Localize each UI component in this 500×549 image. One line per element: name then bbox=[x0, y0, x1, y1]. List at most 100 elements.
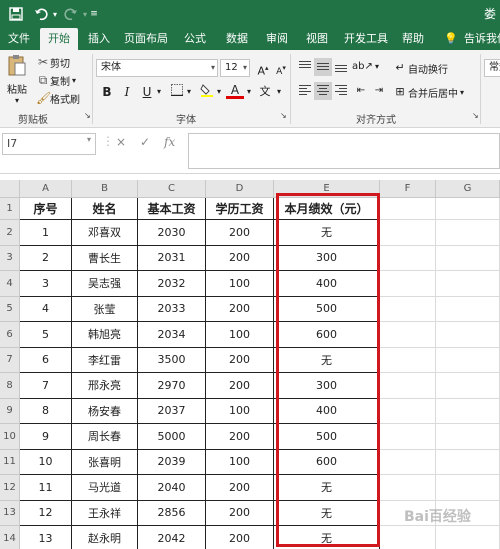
table-cell[interactable]: 200 bbox=[206, 475, 274, 501]
empty-cell[interactable] bbox=[380, 271, 436, 297]
paste-dropdown-icon[interactable]: ▾ bbox=[15, 96, 19, 105]
font-color-dropdown-icon[interactable]: ▾ bbox=[244, 83, 254, 101]
empty-cell[interactable] bbox=[380, 526, 436, 549]
row-header-3[interactable]: 3 bbox=[0, 245, 20, 271]
empty-cell[interactable] bbox=[436, 245, 500, 271]
shrink-font-button[interactable]: A▾ bbox=[272, 59, 290, 77]
table-cell[interactable]: 100 bbox=[206, 271, 274, 297]
tab-view[interactable]: 视图 bbox=[302, 28, 332, 50]
top-align-icon[interactable] bbox=[296, 58, 314, 76]
row-header-14[interactable]: 14 bbox=[0, 526, 20, 549]
decrease-indent-icon[interactable]: ⇤ bbox=[352, 82, 370, 100]
table-cell[interactable]: 马光道 bbox=[72, 475, 138, 501]
row-header-6[interactable]: 6 bbox=[0, 322, 20, 348]
customize-icon[interactable]: ≡ bbox=[88, 4, 100, 24]
format-painter-button[interactable]: 🖌 格式刷 bbox=[36, 90, 80, 106]
column-header-b[interactable]: B bbox=[72, 180, 138, 198]
table-cell[interactable]: 2039 bbox=[138, 449, 206, 475]
name-box[interactable]: I7 bbox=[2, 133, 96, 155]
empty-cell[interactable] bbox=[380, 245, 436, 271]
row-header-10[interactable]: 10 bbox=[0, 424, 20, 450]
phonetic-dropdown-icon[interactable]: ▾ bbox=[274, 83, 284, 101]
merge-dropdown-icon[interactable]: ▾ bbox=[460, 88, 464, 97]
middle-align-icon[interactable] bbox=[314, 58, 332, 76]
bottom-align-icon[interactable] bbox=[332, 58, 350, 76]
empty-cell[interactable] bbox=[436, 220, 500, 246]
tell-me-search[interactable]: 告诉我你 bbox=[464, 28, 500, 50]
empty-cell[interactable] bbox=[436, 373, 500, 399]
table-cell[interactable]: 500 bbox=[274, 296, 380, 322]
lightbulb-icon[interactable]: 💡 bbox=[444, 28, 458, 50]
table-cell[interactable]: 2040 bbox=[138, 475, 206, 501]
drag-handle-icon[interactable]: ⋮ bbox=[102, 134, 114, 148]
phonetic-button[interactable]: 文 bbox=[256, 83, 274, 101]
underline-dropdown-icon[interactable]: ▾ bbox=[154, 83, 164, 101]
empty-cell[interactable] bbox=[436, 475, 500, 501]
table-cell[interactable]: 杨安春 bbox=[72, 398, 138, 424]
orientation-dropdown-icon[interactable]: ▾ bbox=[372, 58, 382, 76]
tab-help[interactable]: 帮助 bbox=[398, 28, 428, 50]
table-cell[interactable]: 200 bbox=[206, 373, 274, 399]
copy-dropdown-icon[interactable]: ▾ bbox=[72, 76, 76, 85]
empty-cell[interactable] bbox=[380, 198, 436, 220]
font-name-select[interactable]: 宋体 ▾ bbox=[96, 59, 218, 77]
table-cell[interactable]: 8 bbox=[20, 398, 72, 424]
empty-cell[interactable] bbox=[436, 296, 500, 322]
row-header-5[interactable]: 5 bbox=[0, 296, 20, 322]
row-header-9[interactable]: 9 bbox=[0, 398, 20, 424]
row-header-7[interactable]: 7 bbox=[0, 347, 20, 373]
empty-cell[interactable] bbox=[436, 424, 500, 450]
table-cell[interactable]: 张喜明 bbox=[72, 449, 138, 475]
table-cell[interactable]: 7 bbox=[20, 373, 72, 399]
table-cell[interactable]: 5 bbox=[20, 322, 72, 348]
table-cell[interactable]: 张莹 bbox=[72, 296, 138, 322]
table-cell[interactable]: 11 bbox=[20, 475, 72, 501]
font-color-button[interactable]: A bbox=[226, 81, 244, 99]
table-cell[interactable]: 200 bbox=[206, 347, 274, 373]
font-size-select[interactable]: 12 ▾ bbox=[220, 59, 250, 77]
tab-formulas[interactable]: 公式 bbox=[180, 28, 210, 50]
undo-icon[interactable] bbox=[32, 4, 50, 24]
table-cell[interactable]: 2033 bbox=[138, 296, 206, 322]
table-header-cell[interactable]: 本月绩效（元） bbox=[274, 198, 380, 220]
table-cell[interactable]: 600 bbox=[274, 322, 380, 348]
empty-cell[interactable] bbox=[436, 198, 500, 220]
table-cell[interactable]: 无 bbox=[274, 220, 380, 246]
table-cell[interactable]: 邢永亮 bbox=[72, 373, 138, 399]
table-cell[interactable]: 6 bbox=[20, 347, 72, 373]
table-cell[interactable]: 2856 bbox=[138, 500, 206, 526]
table-cell[interactable]: 2034 bbox=[138, 322, 206, 348]
cancel-icon[interactable]: × bbox=[116, 135, 126, 149]
empty-cell[interactable] bbox=[380, 424, 436, 450]
row-header-12[interactable]: 12 bbox=[0, 475, 20, 501]
empty-cell[interactable] bbox=[436, 449, 500, 475]
enter-icon[interactable]: ✓ bbox=[140, 135, 150, 149]
table-cell[interactable]: 2 bbox=[20, 245, 72, 271]
tab-page-layout[interactable]: 页面布局 bbox=[120, 28, 172, 50]
column-header-f[interactable]: F bbox=[380, 180, 436, 198]
empty-cell[interactable] bbox=[380, 449, 436, 475]
select-all-corner[interactable] bbox=[0, 180, 20, 198]
grow-font-button[interactable]: A▴ bbox=[254, 59, 272, 78]
alignment-launcher-icon[interactable]: ↘ bbox=[472, 111, 479, 120]
clipboard-launcher-icon[interactable]: ↘ bbox=[84, 111, 91, 120]
table-cell[interactable]: 5000 bbox=[138, 424, 206, 450]
table-cell[interactable]: 无 bbox=[274, 526, 380, 549]
insert-function-icon[interactable]: fx bbox=[164, 135, 175, 149]
redo-icon[interactable] bbox=[62, 4, 80, 24]
table-cell[interactable]: 无 bbox=[274, 475, 380, 501]
table-cell[interactable]: 周长春 bbox=[72, 424, 138, 450]
table-cell[interactable]: 9 bbox=[20, 424, 72, 450]
align-right-icon[interactable] bbox=[332, 82, 350, 100]
column-header-d[interactable]: D bbox=[206, 180, 274, 198]
table-header-cell[interactable]: 序号 bbox=[20, 198, 72, 220]
table-cell[interactable]: 200 bbox=[206, 245, 274, 271]
table-cell[interactable]: 2030 bbox=[138, 220, 206, 246]
table-cell[interactable]: 4 bbox=[20, 296, 72, 322]
row-header-4[interactable]: 4 bbox=[0, 271, 20, 297]
empty-cell[interactable] bbox=[380, 475, 436, 501]
undo-dropdown-icon[interactable]: ▾ bbox=[50, 4, 60, 24]
tab-home[interactable]: 开始 bbox=[40, 28, 78, 50]
table-cell[interactable]: 13 bbox=[20, 526, 72, 549]
table-cell[interactable]: 曹长生 bbox=[72, 245, 138, 271]
